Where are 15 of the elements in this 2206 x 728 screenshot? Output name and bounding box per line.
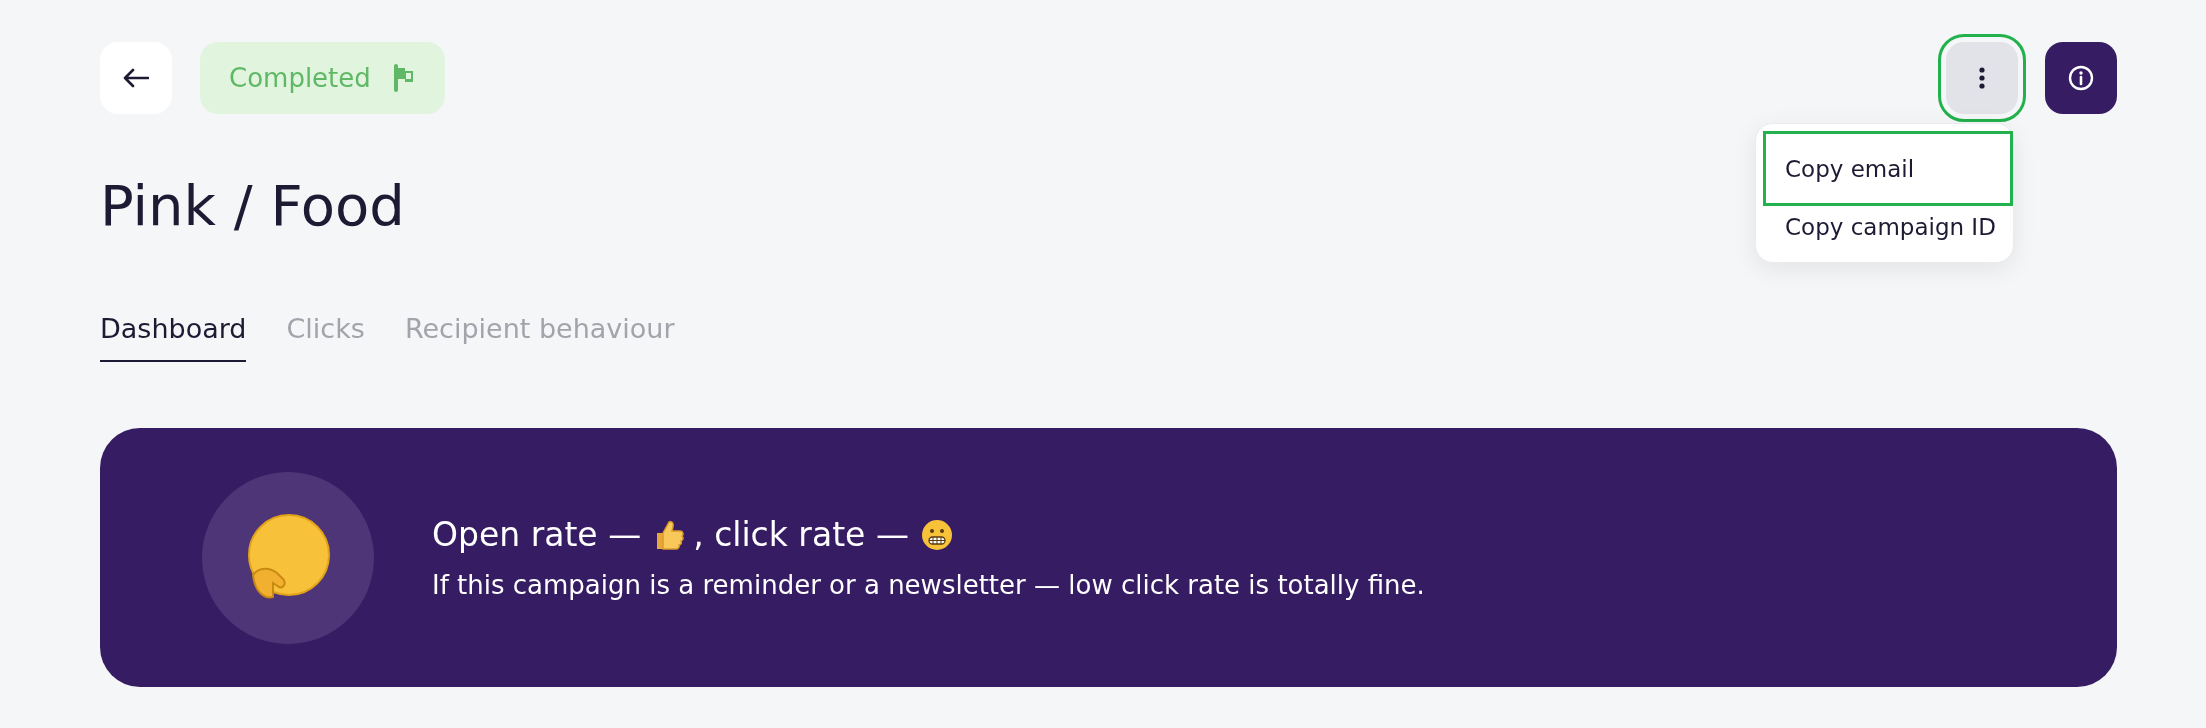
banner-heading-text: , click rate — — [693, 515, 909, 555]
menu-item[interactable]: Copy campaign ID — [1763, 206, 2013, 248]
emoji-icon — [920, 518, 953, 551]
menu-item[interactable]: Copy email — [1763, 131, 2013, 206]
banner-heading-text: Open rate — — [432, 515, 642, 555]
status-label: Completed — [229, 63, 371, 93]
page-title: Pink / Food — [100, 172, 405, 240]
back-arrow-icon — [123, 68, 149, 88]
info-button[interactable] — [2045, 42, 2117, 114]
tab[interactable]: Dashboard — [100, 313, 247, 363]
more-icon — [1979, 67, 1985, 89]
banner-text: If this campaign is a reminder or a newsletter — low click rate is totally fine. — [432, 570, 1425, 601]
back-button[interactable] — [100, 42, 172, 114]
info-icon — [2068, 65, 2094, 91]
flag-icon — [392, 64, 415, 92]
